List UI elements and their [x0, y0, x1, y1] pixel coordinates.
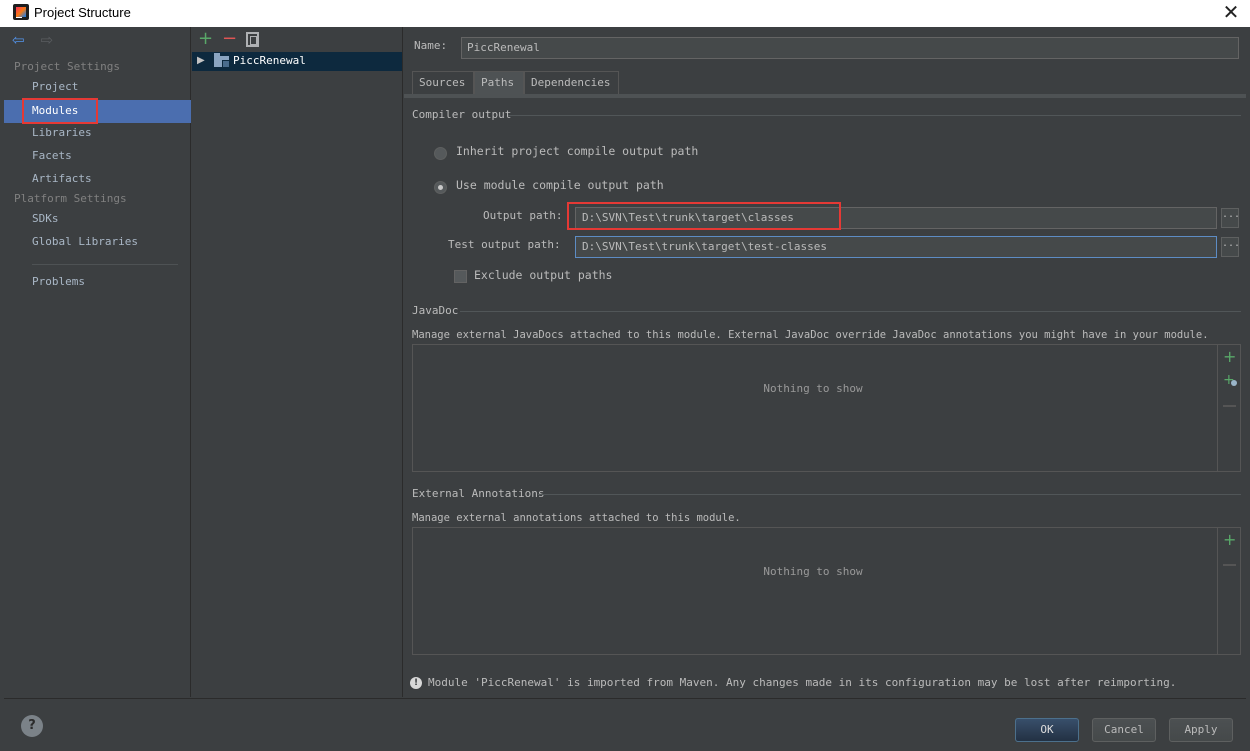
- test-output-path-input[interactable]: D:\SVN\Test\trunk\target\test-classes: [575, 236, 1217, 258]
- nav-heading-platform-settings: Platform Settings: [14, 192, 127, 205]
- warning-text: Module 'PiccRenewal' is imported from Ma…: [428, 676, 1177, 689]
- add-url-icon[interactable]: +: [1223, 373, 1237, 387]
- apply-button[interactable]: Apply: [1169, 718, 1233, 742]
- close-icon[interactable]: ✕: [1220, 2, 1242, 24]
- external-annotations-title: External Annotations: [412, 487, 545, 500]
- arrow-right-icon[interactable]: ⇨: [41, 33, 55, 48]
- module-name-input[interactable]: PiccRenewal: [461, 37, 1239, 59]
- inherit-output-label: Inherit project compile output path: [456, 144, 699, 158]
- highlight-box: [567, 202, 841, 230]
- tab-sources[interactable]: Sources: [412, 71, 474, 94]
- module-list-panel: + − ▶ PiccRenewal: [192, 27, 403, 697]
- arrow-left-icon[interactable]: ⇦: [12, 33, 26, 48]
- add-icon[interactable]: +: [1223, 349, 1236, 365]
- sidebar-item-artifacts[interactable]: Artifacts: [32, 172, 92, 185]
- test-output-path-label: Test output path:: [448, 238, 561, 251]
- inherit-output-radio[interactable]: [434, 147, 447, 160]
- annotations-list-toolbar: +: [1217, 528, 1240, 654]
- exclude-output-label: Exclude output paths: [474, 268, 613, 282]
- add-icon[interactable]: +: [198, 30, 213, 48]
- highlight-box: [22, 98, 98, 124]
- tab-paths[interactable]: Paths: [474, 71, 524, 94]
- javadoc-description: Manage external JavaDocs attached to thi…: [412, 329, 1209, 341]
- output-path-browse-button[interactable]: ...: [1221, 208, 1240, 228]
- module-folder-icon: [214, 53, 230, 68]
- module-output-radio[interactable]: [434, 181, 447, 194]
- sidebar-item-project[interactable]: Project: [32, 80, 78, 93]
- javadoc-list[interactable]: Nothing to show + +: [412, 344, 1241, 472]
- annotations-empty-text: Nothing to show: [763, 565, 863, 578]
- compiler-output-title: Compiler output: [412, 108, 512, 121]
- module-settings-panel: Name: PiccRenewal Sources Paths Dependen…: [404, 27, 1246, 697]
- sidebar-item-sdks[interactable]: SDKs: [32, 212, 59, 225]
- expand-arrow-icon[interactable]: ▶: [197, 55, 205, 66]
- sidebar-item-facets[interactable]: Facets: [32, 149, 72, 162]
- javadoc-empty-text: Nothing to show: [763, 382, 863, 395]
- javadoc-title: JavaDoc: [412, 304, 459, 317]
- window-titlebar: Project Structure ✕: [0, 0, 1250, 27]
- tab-dependencies[interactable]: Dependencies: [524, 71, 619, 94]
- nav-separator: [32, 264, 178, 265]
- annotations-description: Manage external annotations attached to …: [412, 512, 741, 524]
- nav-heading-project-settings: Project Settings: [14, 60, 120, 73]
- add-icon[interactable]: +: [1223, 532, 1236, 548]
- sidebar-item-libraries[interactable]: Libraries: [32, 126, 92, 139]
- output-path-label: Output path:: [483, 209, 563, 222]
- sidebar-item-problems[interactable]: Problems: [32, 275, 85, 288]
- warning-icon: !: [410, 677, 422, 689]
- dialog-button-bar: ? OK Cancel Apply: [4, 698, 1246, 750]
- remove-icon[interactable]: [1223, 564, 1236, 566]
- module-output-label: Use module compile output path: [456, 178, 664, 192]
- section-divider: [508, 115, 1241, 116]
- cancel-button[interactable]: Cancel: [1092, 718, 1156, 742]
- settings-sidebar: ⇦ ⇨ Project Settings Project Modules Lib…: [4, 27, 191, 697]
- window-title: Project Structure: [34, 5, 131, 20]
- annotations-list[interactable]: Nothing to show +: [412, 527, 1241, 655]
- intellij-app-icon: [13, 4, 29, 20]
- sidebar-item-global-libraries[interactable]: Global Libraries: [32, 235, 138, 248]
- help-icon[interactable]: ?: [21, 715, 43, 737]
- javadoc-list-toolbar: + +: [1217, 345, 1240, 471]
- copy-icon[interactable]: [246, 32, 259, 47]
- section-divider: [538, 494, 1241, 495]
- exclude-output-checkbox[interactable]: [454, 270, 467, 283]
- remove-icon[interactable]: −: [222, 30, 237, 48]
- remove-icon[interactable]: [1223, 405, 1236, 407]
- name-label: Name:: [414, 39, 448, 52]
- section-divider: [460, 311, 1241, 312]
- ok-button[interactable]: OK: [1015, 718, 1079, 742]
- module-tree-item[interactable]: ▶ PiccRenewal: [192, 52, 402, 71]
- tab-underline: [404, 94, 1246, 98]
- test-output-path-browse-button[interactable]: ...: [1221, 237, 1240, 257]
- module-name-label: PiccRenewal: [233, 54, 306, 67]
